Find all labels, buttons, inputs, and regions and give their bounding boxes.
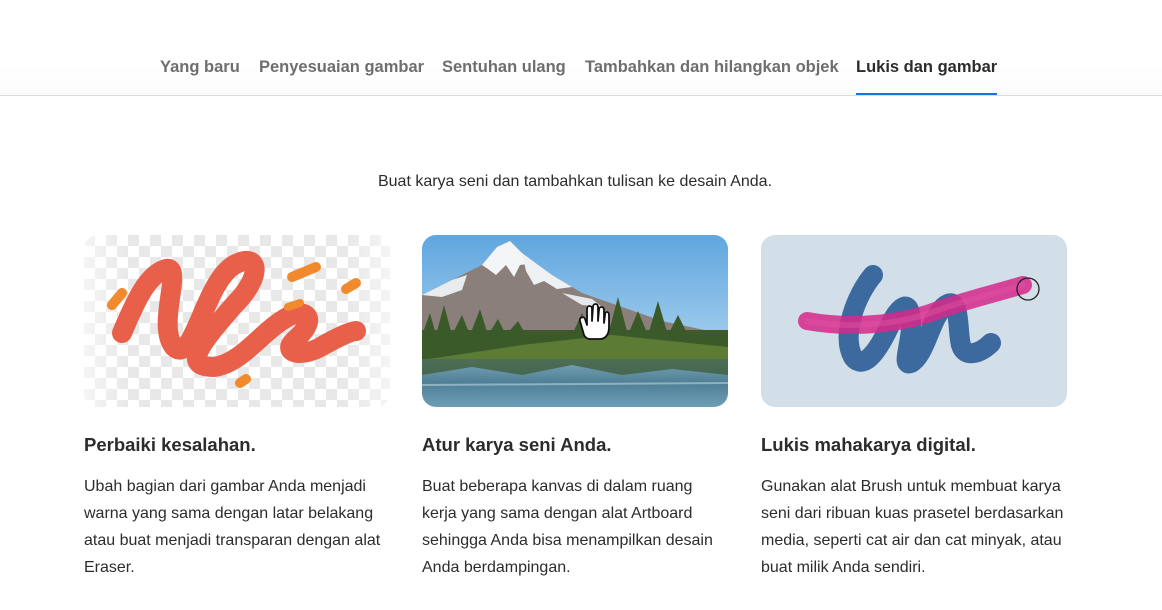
tab-sentuhan-ulang[interactable]: Sentuhan ulang: [442, 58, 566, 95]
feature-card-artboard: Atur karya seni Anda. Buat beberapa kanv…: [422, 235, 728, 581]
tab-yang-baru[interactable]: Yang baru: [160, 58, 240, 95]
tab-penyesuaian-gambar[interactable]: Penyesuaian gambar: [259, 58, 424, 95]
card-description: Gunakan alat Brush untuk membuat karya s…: [761, 478, 1064, 576]
card-description: Ubah bagian dari gambar Anda menjadi war…: [84, 478, 381, 576]
tab-bar: Yang baru Penyesuaian gambar Sentuhan ul…: [0, 0, 1162, 96]
card-title: Atur karya seni Anda.: [422, 434, 612, 455]
card-title: Lukis mahakarya digital.: [761, 434, 976, 455]
eraser-illustration: [84, 235, 390, 407]
brush-illustration: [761, 235, 1067, 407]
card-description: Buat beberapa kanvas di dalam ruang kerj…: [422, 478, 713, 576]
tab-lukis-dan-gambar[interactable]: Lukis dan gambar: [856, 58, 998, 95]
card-title: Perbaiki kesalahan.: [84, 434, 256, 455]
feature-card-eraser: Perbaiki kesalahan. Ubah bagian dari gam…: [84, 235, 390, 581]
section-subtitle: Buat karya seni dan tambahkan tulisan ke…: [377, 173, 773, 190]
feature-card-brush: Lukis mahakarya digital. Gunakan alat Br…: [761, 235, 1067, 581]
tab-tambahkan-dan-hilangkan-objek[interactable]: Tambahkan dan hilangkan objek: [585, 58, 839, 95]
mountain-lake-photo: [422, 235, 728, 407]
